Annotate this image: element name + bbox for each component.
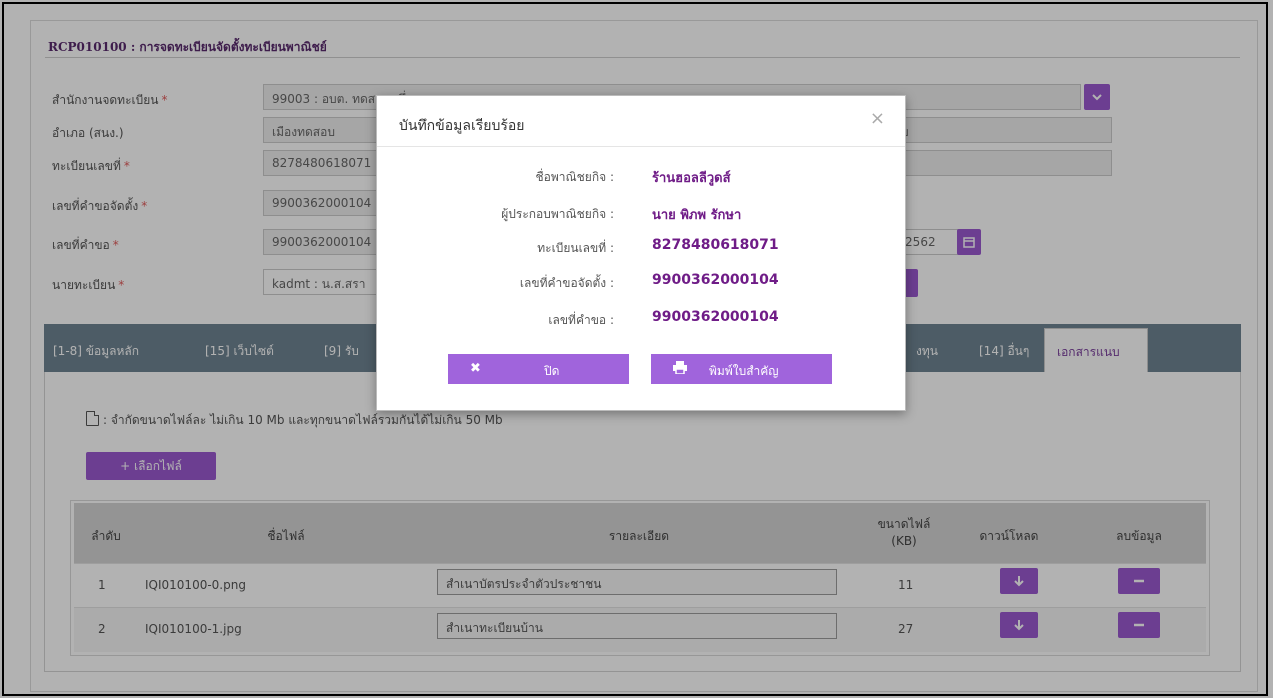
print-button-label: พิมพ์ใบสำคัญ [709,364,779,378]
setup-request-no-value: 9900362000104 [652,272,779,288]
save-success-dialog: บันทึกข้อมูลเรียบร้อย × ชื่อพาณิชยกิจ : … [376,95,906,411]
x-icon: ✖ [470,361,481,376]
business-name-label: ชื่อพาณิชยกิจ : [535,170,614,184]
request-no-label: เลขที่คำขอ : [548,313,614,327]
close-button[interactable]: ✖ ปิด [448,354,629,384]
reg-no-label: ทะเบียนเลขที่ : [537,241,614,255]
request-no-value: 9900362000104 [652,309,779,325]
reg-no-value: 8278480618071 [652,237,779,253]
printer-icon [673,361,687,378]
close-icon[interactable]: × [870,108,885,129]
print-certificate-button[interactable]: พิมพ์ใบสำคัญ [651,354,832,384]
dialog-divider [377,146,905,147]
business-name-value: ร้านฮอลลีวูดส์ [652,171,731,186]
close-button-label: ปิด [544,364,560,378]
operator-label: ผู้ประกอบพาณิชยกิจ : [501,207,614,221]
dialog-title: บันทึกข้อมูลเรียบร้อย [399,118,525,134]
setup-request-no-label: เลขที่คำขอจัดตั้ง : [519,276,614,290]
operator-value: นาย พิภพ รักษา [652,208,742,223]
